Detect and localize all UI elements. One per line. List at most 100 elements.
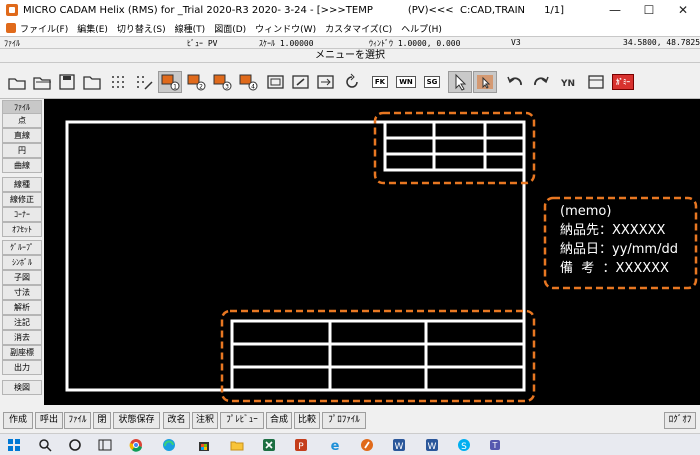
rename-button[interactable]: 改名	[163, 412, 190, 429]
maximize-button[interactable]: ☐	[632, 0, 666, 20]
side-item-corner[interactable]: ｺｰﾅｰ	[2, 207, 42, 222]
pointer-icon[interactable]	[448, 71, 472, 93]
windows-start-icon[interactable]	[5, 437, 23, 453]
edge-icon[interactable]	[160, 437, 178, 453]
memo-heading: (memo)	[560, 204, 612, 219]
new-icon[interactable]	[5, 71, 29, 93]
menu-help[interactable]: ヘルプ(H)	[401, 22, 442, 35]
store-icon[interactable]	[195, 437, 213, 453]
svg-text:W: W	[395, 442, 404, 452]
menu-window[interactable]: ウィンドウ(W)	[255, 22, 316, 35]
frame-arrow-icon[interactable]	[314, 71, 338, 93]
ie-icon[interactable]: e	[326, 437, 344, 453]
select-1-icon[interactable]: 1	[158, 71, 182, 93]
grid-edit-icon[interactable]	[132, 71, 156, 93]
close-button[interactable]: ✕	[666, 0, 700, 20]
frame-edit-icon[interactable]	[289, 71, 313, 93]
rotate-icon[interactable]	[340, 71, 364, 93]
sg-icon[interactable]: SG	[420, 71, 444, 93]
status-file-label: ﾌｧｲﾙ	[4, 39, 20, 48]
side-item-line[interactable]: 直線	[2, 128, 42, 143]
side-item-circle[interactable]: 円	[2, 143, 42, 158]
open-icon[interactable]	[30, 71, 54, 93]
side-item-offset[interactable]: ｵﾌｾｯﾄ	[2, 222, 42, 237]
bottom-button-bar: 作成 呼出 ﾌｧｲﾙ 閉 状態保存 改名 注釈 ﾌﾟﾚﾋﾞｭｰ 合成 比較 ﾌﾟ…	[0, 405, 700, 433]
side-item-analysis[interactable]: 解析	[2, 300, 42, 315]
undo-icon[interactable]	[503, 71, 527, 93]
memo-line-delivery-to: 納品先：XXXXXX	[560, 223, 666, 238]
minimize-button[interactable]: —	[598, 0, 632, 20]
side-item-group[interactable]: ｸﾞﾙｰﾌﾟ	[2, 240, 42, 255]
menu-customize[interactable]: カスタマイズ(C)	[325, 22, 392, 35]
window-controls: — ☐ ✕	[598, 0, 700, 20]
svg-text:3: 3	[225, 84, 229, 91]
redo-icon[interactable]	[529, 71, 553, 93]
side-item-check-drawing[interactable]: 検図	[2, 380, 42, 395]
status-window: ｳｨﾝﾄﾞｳ 1.0000, 0.000	[369, 39, 461, 48]
powerpoint-icon[interactable]: P	[292, 437, 310, 453]
grid-icon[interactable]	[107, 71, 131, 93]
word-icon[interactable]: W	[390, 437, 408, 453]
profile-button[interactable]: ﾌﾟﾛﾌｧｲﾙ	[322, 412, 366, 429]
create-button[interactable]: 作成	[3, 412, 33, 429]
widgets-icon[interactable]	[96, 437, 114, 453]
compare-button[interactable]: 比較	[294, 412, 320, 429]
status-view: ﾋﾞｭｰ PV	[187, 39, 218, 48]
svg-text:P: P	[298, 442, 304, 452]
folder-icon[interactable]	[80, 71, 104, 93]
side-item-erase[interactable]: 消去	[2, 330, 42, 345]
pointer-box-icon[interactable]	[473, 71, 497, 93]
select-4-icon[interactable]: 4	[236, 71, 260, 93]
wn-icon[interactable]: WN	[394, 71, 418, 93]
side-item-linetype[interactable]: 線種	[2, 177, 42, 192]
box-icon[interactable]	[584, 71, 608, 93]
merge-button[interactable]: 合成	[266, 412, 292, 429]
side-item-annotation[interactable]: 注記	[2, 315, 42, 330]
gummy-icon[interactable]: ｶﾞﾐｰ	[610, 71, 636, 93]
fk-icon[interactable]: FK	[368, 71, 392, 93]
menu-drawing[interactable]: 図面(D)	[214, 22, 246, 35]
yn-icon[interactable]: YN	[556, 71, 580, 93]
menu-bar: ファイル(F) 編集(E) 切り替え(S) 線種(T) 図面(D) ウィンドウ(…	[0, 20, 700, 36]
side-item-sub-coordinate[interactable]: 副座標	[2, 345, 42, 360]
menu-edit[interactable]: 編集(E)	[77, 22, 108, 35]
svg-text:W: W	[428, 442, 437, 452]
task-view-icon[interactable]	[66, 437, 84, 453]
highlight-bottom-table	[220, 309, 536, 403]
side-item-line-fix[interactable]: 線修正	[2, 192, 42, 207]
cadam-icon[interactable]	[358, 437, 376, 453]
svg-text:YN: YN	[560, 79, 575, 89]
menu-linetype[interactable]: 線種(T)	[175, 22, 206, 35]
recall-button[interactable]: 呼出	[35, 412, 63, 429]
file-button[interactable]: ﾌｧｲﾙ	[64, 412, 91, 429]
preview-button[interactable]: ﾌﾟﾚﾋﾞｭｰ	[220, 412, 264, 429]
skype-icon[interactable]: S	[455, 437, 473, 453]
comment-button[interactable]: 注釈	[192, 412, 218, 429]
cadam-menu-icon[interactable]	[6, 23, 16, 33]
select-3-icon[interactable]: 3	[210, 71, 234, 93]
explorer-icon[interactable]	[228, 437, 246, 453]
side-menu: ﾌｧｲﾙ 点 直線 円 曲線 線種 線修正 ｺｰﾅｰ ｵﾌｾｯﾄ ｸﾞﾙｰﾌﾟ …	[0, 99, 44, 405]
memo-note: (memo) 納品先：XXXXXX 納品日：yy/mm/dd 備 考 ：XXXXXX	[547, 198, 697, 288]
side-item-dimension[interactable]: 寸法	[2, 285, 42, 300]
side-item-curve[interactable]: 曲線	[2, 158, 42, 173]
side-item-subfigure[interactable]: 子図	[2, 270, 42, 285]
side-item-output[interactable]: 出力	[2, 360, 42, 375]
side-item-point[interactable]: 点	[2, 113, 42, 128]
teams-icon[interactable]: T	[487, 437, 505, 453]
save-icon[interactable]	[55, 71, 79, 93]
status-scale: ｽｹｰﾙ 1.00000	[259, 39, 314, 48]
search-icon[interactable]	[36, 437, 54, 453]
select-2-icon[interactable]: 2	[184, 71, 208, 93]
logout-button[interactable]: ﾛｸﾞｵﾌ	[664, 412, 696, 429]
frame-icon[interactable]	[264, 71, 288, 93]
drawing-canvas[interactable]: (memo) 納品先：XXXXXX 納品日：yy/mm/dd 備 考 ：XXXXXX	[44, 99, 700, 405]
menu-switch[interactable]: 切り替え(S)	[117, 22, 166, 35]
side-item-symbol[interactable]: ｼﾝﾎﾞﾙ	[2, 255, 42, 270]
word-icon-2[interactable]: W	[423, 437, 441, 453]
excel-icon[interactable]	[260, 437, 278, 453]
close-file-button[interactable]: 閉	[93, 412, 111, 429]
chrome-icon[interactable]	[127, 437, 145, 453]
save-state-button[interactable]: 状態保存	[113, 412, 160, 429]
menu-file[interactable]: ファイル(F)	[20, 22, 68, 35]
